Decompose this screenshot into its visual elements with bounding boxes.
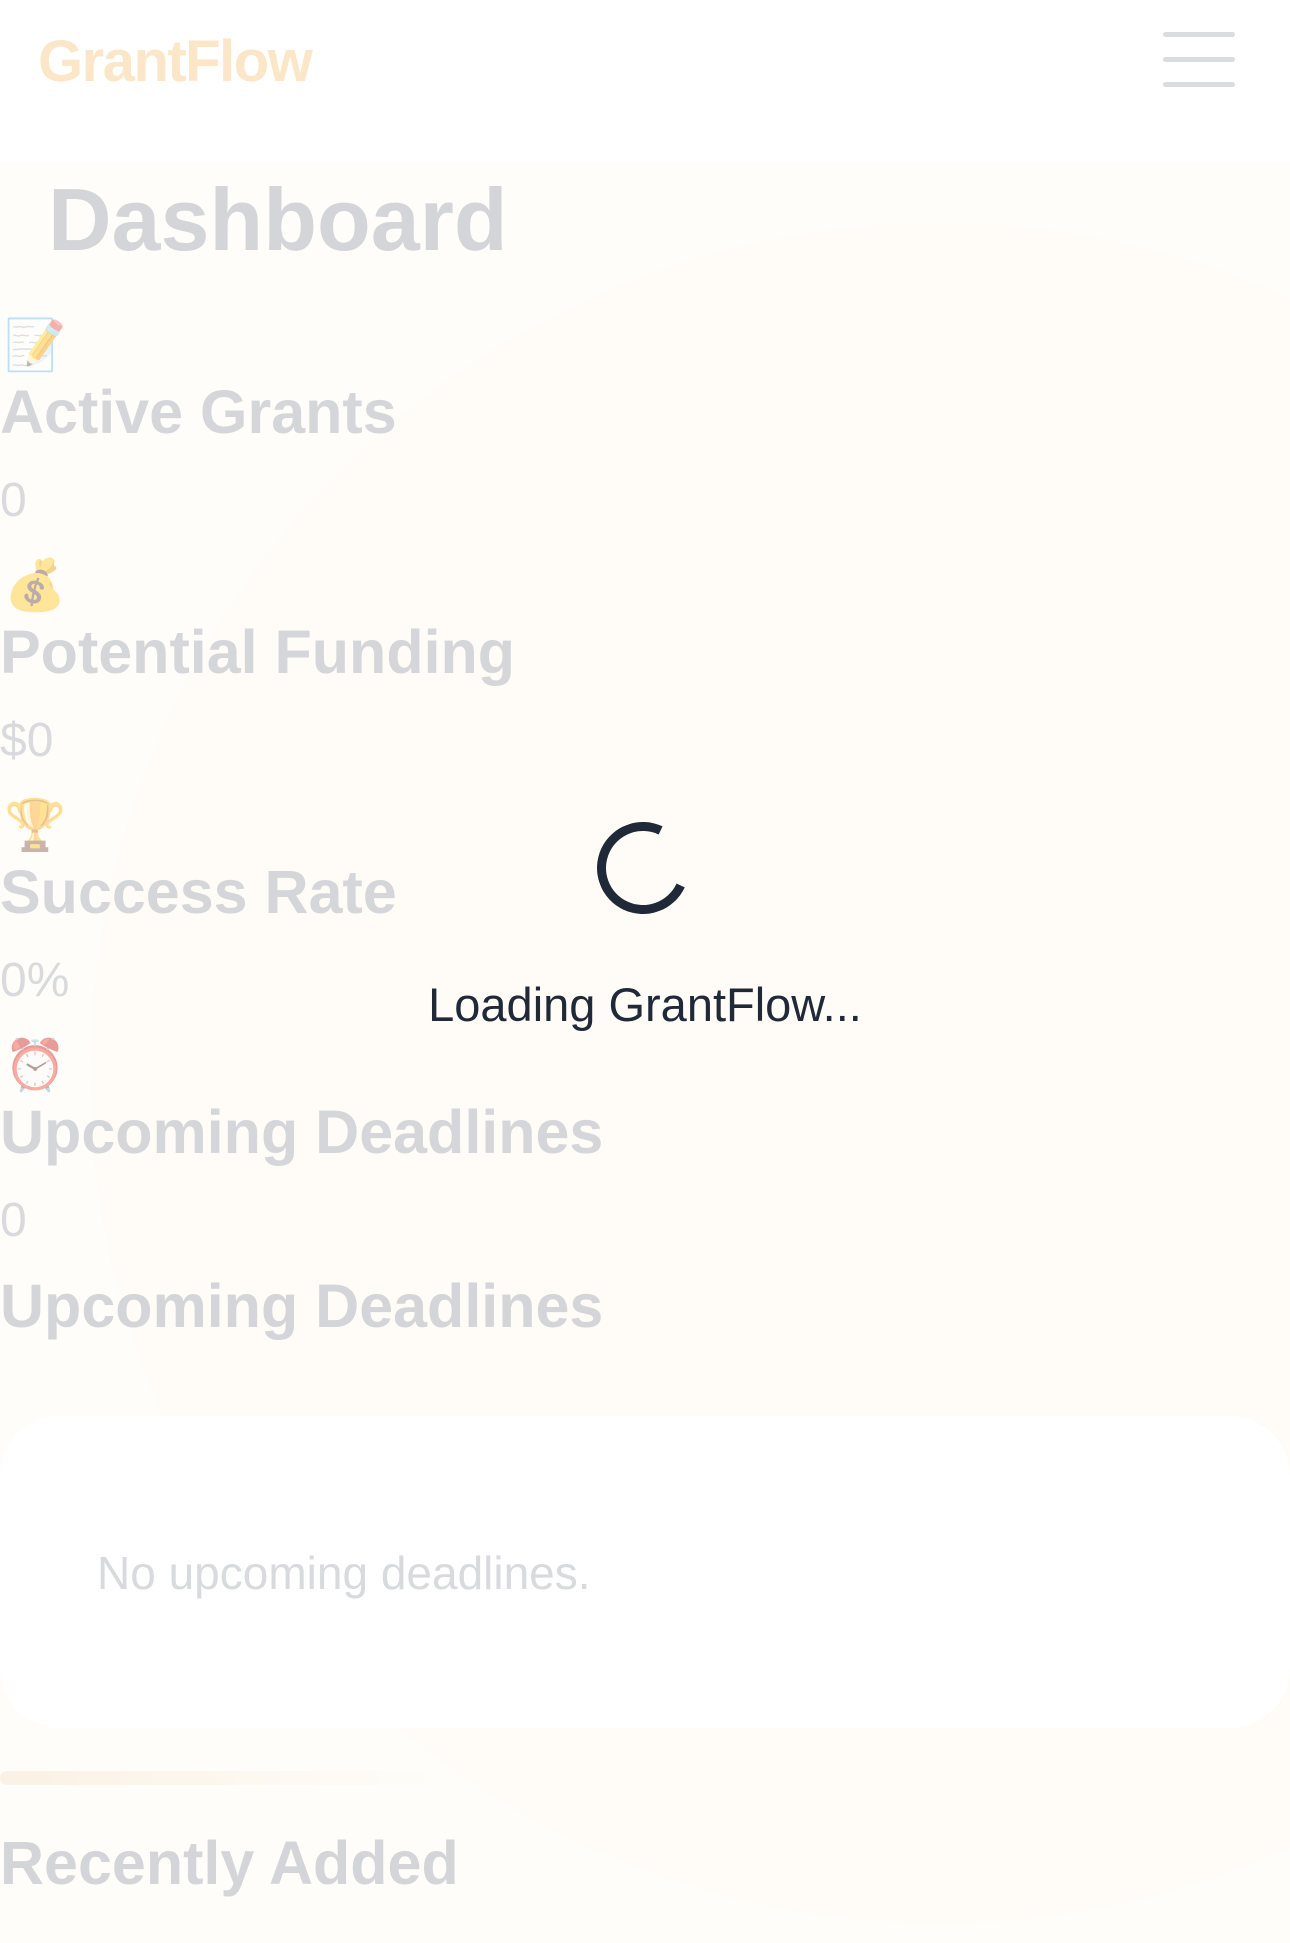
stat-label: Upcoming Deadlines [0, 1098, 604, 1166]
menu-bar [1163, 82, 1235, 87]
menu-bar [1163, 32, 1235, 37]
money-bag-icon: 💰 [4, 556, 67, 614]
dashboard-main: Dashboard 📝 Active Grants 0 💰 Potential … [0, 163, 1290, 1943]
alarm-clock-icon: ⏰ [4, 1036, 67, 1094]
stat-label: Potential Funding [0, 618, 516, 686]
hamburger-menu-icon[interactable] [1160, 30, 1236, 90]
loading-overlay: Loading GrantFlow... [400, 809, 890, 1042]
divider [0, 1771, 440, 1785]
stat-label: Success Rate [0, 858, 397, 926]
stat-value: 0 [0, 474, 27, 527]
app-header: GrantFlow [0, 0, 1290, 163]
deadlines-heading: Upcoming Deadlines [0, 1272, 604, 1340]
stat-value: $0 [0, 714, 54, 767]
trophy-icon: 🏆 [4, 796, 67, 854]
menu-bar [1163, 57, 1235, 62]
deadlines-card: No upcoming deadlines. [0, 1416, 1290, 1728]
page-title: Dashboard [48, 170, 508, 269]
stat-value: 0% [0, 954, 70, 1007]
loading-text: Loading GrantFlow... [428, 978, 862, 1031]
stat-value: 0 [0, 1194, 27, 1247]
recently-added-heading: Recently Added [0, 1829, 459, 1897]
loading-spinner-icon [584, 809, 702, 927]
stat-label: Active Grants [0, 378, 397, 446]
app-page: GrantFlow Dashboard 📝 Active Grants 0 💰 … [0, 0, 1290, 1943]
empty-deadlines-message: No upcoming deadlines. [97, 1547, 591, 1599]
memo-icon: 📝 [4, 316, 67, 374]
brand-logo[interactable]: GrantFlow [38, 28, 313, 95]
